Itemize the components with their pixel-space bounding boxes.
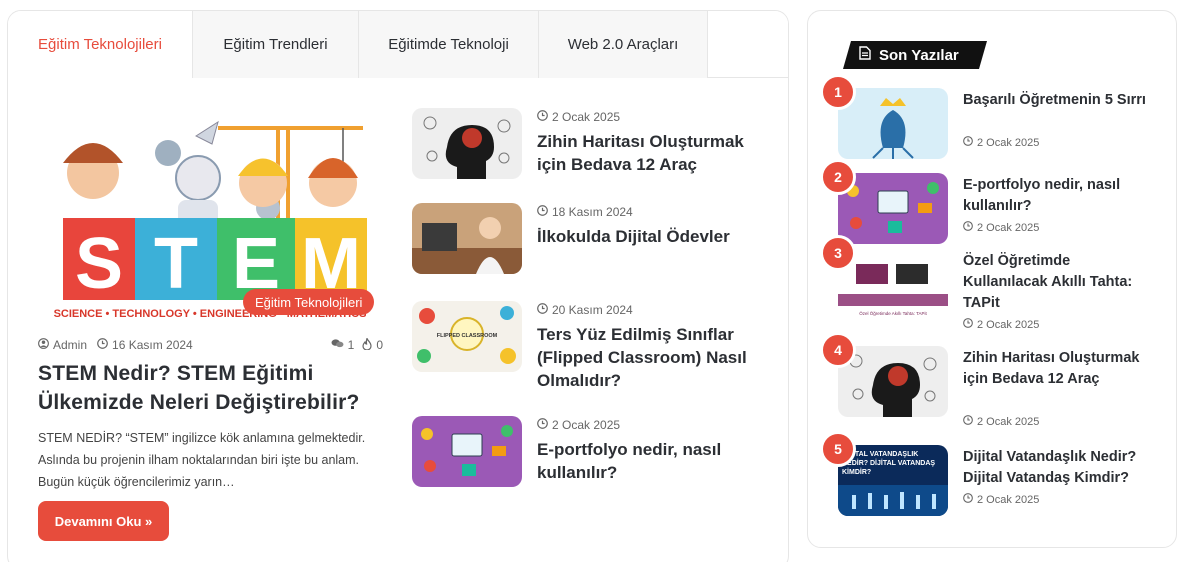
rank-badge: 2 bbox=[820, 159, 856, 195]
post-title[interactable]: Özel Öğretimde Kullanılacak Akıllı Tahta… bbox=[963, 251, 1158, 314]
featured-post-title[interactable]: STEM Nedir? STEM Eğitimi Ülkemizde Neler… bbox=[38, 359, 388, 417]
clock-icon bbox=[963, 493, 973, 506]
post-date: 2 Ocak 2025 bbox=[963, 221, 1039, 234]
post-date: 2 Ocak 2025 bbox=[963, 318, 1039, 331]
thumbnail-label: DİJİTAL VATANDAŞLIK NEDİR? DİJİTAL VATAN… bbox=[842, 451, 936, 476]
fire-icon bbox=[362, 336, 372, 353]
post-title[interactable]: Zihin Haritası Oluşturmak için Bedava 12… bbox=[537, 130, 762, 176]
post-title[interactable]: Ters Yüz Edilmiş Sınıflar (Flipped Class… bbox=[537, 323, 762, 392]
thumbnail-label: Özel Öğretimde Akıllı Tahta: TAPit bbox=[859, 310, 927, 316]
tab-egitim-teknolojileri[interactable]: Eğitim Teknolojileri bbox=[8, 11, 193, 78]
tab-web20-araclari[interactable]: Web 2.0 Araçları bbox=[539, 11, 708, 78]
post-title[interactable]: İlkokulda Dijital Ödevler bbox=[537, 225, 762, 248]
tabbed-posts-block: Eğitim Teknolojileri Eğitim Trendleri Eğ… bbox=[7, 10, 789, 562]
post-date-text: 2 Ocak 2025 bbox=[977, 415, 1040, 428]
post-date: 2 Ocak 2025 bbox=[963, 415, 1039, 428]
post-date-text: 20 Kasım 2024 bbox=[552, 303, 633, 317]
rank-badge: 3 bbox=[820, 235, 856, 271]
view-count: 0 bbox=[376, 338, 383, 352]
post-thumbnail[interactable] bbox=[412, 416, 522, 487]
tab-egitim-trendleri[interactable]: Eğitim Trendleri bbox=[193, 11, 359, 78]
clock-icon bbox=[537, 110, 548, 124]
clock-icon bbox=[963, 221, 973, 234]
post-date: 2 Ocak 2025 bbox=[963, 136, 1039, 149]
tab-egitimde-teknoloji[interactable]: Eğitimde Teknoloji bbox=[359, 11, 539, 78]
post-title[interactable]: E-portfolyo nedir, nasıl kullanılır? bbox=[537, 438, 762, 484]
post-date: 16 Kasım 2024 bbox=[97, 338, 193, 352]
post-title[interactable]: E-portfolyo nedir, nasıl kullanılır? bbox=[963, 175, 1158, 217]
svg-text:T: T bbox=[154, 224, 198, 304]
post-comments[interactable]: 1 bbox=[331, 338, 355, 352]
read-more-button[interactable]: Devamını Oku » bbox=[38, 501, 169, 541]
svg-text:S: S bbox=[75, 224, 123, 304]
post-date-text: 2 Ocak 2025 bbox=[552, 110, 621, 124]
clock-icon bbox=[97, 338, 108, 352]
post-date-text: 2 Ocak 2025 bbox=[977, 136, 1040, 149]
user-icon bbox=[38, 338, 49, 352]
post-date: 18 Kasım 2024 bbox=[537, 205, 633, 219]
clock-icon bbox=[963, 136, 973, 149]
document-icon bbox=[859, 46, 871, 64]
post-date-text: 16 Kasım 2024 bbox=[112, 338, 193, 352]
post-date: 2 Ocak 2025 bbox=[963, 493, 1039, 506]
featured-category-badge[interactable]: Eğitim Teknolojileri bbox=[243, 289, 375, 315]
post-date-text: 2 Ocak 2025 bbox=[977, 493, 1040, 506]
category-tabs: Eğitim Teknolojileri Eğitim Trendleri Eğ… bbox=[8, 11, 788, 78]
post-date-text: 18 Kasım 2024 bbox=[552, 205, 633, 219]
post-thumbnail[interactable] bbox=[412, 203, 522, 274]
featured-post-excerpt: STEM NEDİR? “STEM” ingilizce kök anlamın… bbox=[38, 431, 366, 489]
post-title[interactable]: Dijital Vatandaşlık Nedir? Dijital Vatan… bbox=[963, 447, 1158, 489]
tabs-filler bbox=[708, 11, 788, 77]
post-date-text: 2 Ocak 2025 bbox=[977, 221, 1040, 234]
rank-badge: 4 bbox=[820, 332, 856, 368]
post-date: 20 Kasım 2024 bbox=[537, 303, 633, 317]
post-views: 0 bbox=[362, 336, 383, 353]
clock-icon bbox=[963, 318, 973, 331]
rank-badge: 1 bbox=[820, 74, 856, 110]
clock-icon bbox=[537, 418, 548, 432]
post-title[interactable]: Başarılı Öğretmenin 5 Sırrı bbox=[963, 90, 1158, 111]
clock-icon bbox=[963, 415, 973, 428]
post-thumbnail[interactable]: FLIPPED CLASSROOM bbox=[412, 301, 522, 372]
widget-heading: Son Yazılar bbox=[843, 41, 987, 69]
post-date-text: 2 Ocak 2025 bbox=[977, 318, 1040, 331]
featured-post-meta: Admin 16 Kasım 2024 1 0 bbox=[38, 336, 383, 353]
rank-badge: 5 bbox=[820, 431, 856, 467]
post-author-name: Admin bbox=[53, 338, 88, 352]
thumbnail-label: FLIPPED CLASSROOM bbox=[437, 333, 498, 339]
post-date: 2 Ocak 2025 bbox=[537, 418, 620, 432]
recent-posts-widget: Son Yazılar 1 Başarılı Öğretmenin 5 Sırr… bbox=[807, 10, 1177, 548]
clock-icon bbox=[537, 303, 548, 317]
comment-icon bbox=[331, 338, 344, 352]
post-author[interactable]: Admin bbox=[38, 338, 87, 352]
post-date-text: 2 Ocak 2025 bbox=[552, 418, 621, 432]
post-title[interactable]: Zihin Haritası Oluşturmak için Bedava 12… bbox=[963, 348, 1158, 390]
widget-heading-text: Son Yazılar bbox=[879, 46, 959, 64]
post-thumbnail[interactable] bbox=[412, 108, 522, 179]
comment-count: 1 bbox=[347, 338, 355, 352]
clock-icon bbox=[537, 205, 548, 219]
post-date: 2 Ocak 2025 bbox=[537, 110, 620, 124]
